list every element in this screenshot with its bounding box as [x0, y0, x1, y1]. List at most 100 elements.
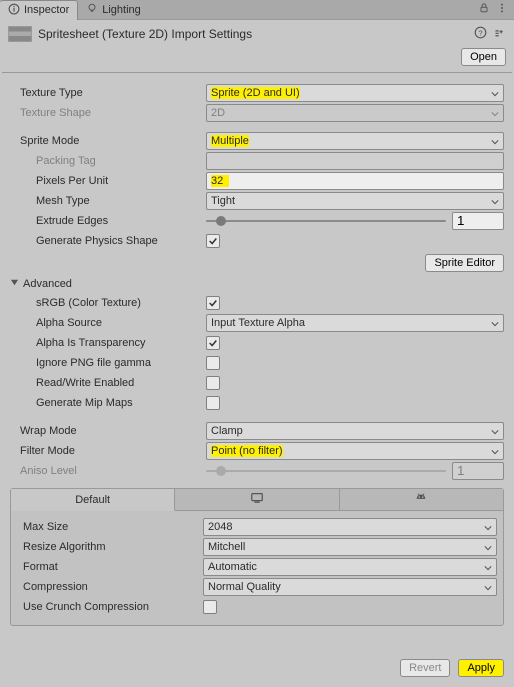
chevron-down-icon: [491, 448, 499, 456]
max-size-label: Max Size: [17, 521, 203, 533]
compression-value: Normal Quality: [208, 581, 281, 593]
aniso-level-value: [452, 462, 504, 480]
resize-algorithm-dropdown[interactable]: Mitchell: [203, 538, 497, 556]
advanced-label: Advanced: [23, 278, 72, 290]
menu-icon[interactable]: [496, 2, 508, 17]
platform-tab-default[interactable]: Default: [11, 489, 175, 511]
crunch-label: Use Crunch Compression: [17, 601, 203, 613]
platform-tab-android[interactable]: [340, 489, 503, 511]
generate-physics-label: Generate Physics Shape: [10, 235, 206, 247]
max-size-dropdown[interactable]: 2048: [203, 518, 497, 536]
filter-mode-dropdown[interactable]: Point (no filter): [206, 442, 504, 460]
texture-shape-value: 2D: [211, 107, 225, 119]
texture-type-dropdown[interactable]: Sprite (2D and UI): [206, 84, 504, 102]
android-icon: [414, 491, 428, 508]
tab-lighting[interactable]: Lighting: [78, 0, 149, 20]
preset-icon[interactable]: [493, 26, 506, 42]
srgb-checkbox[interactable]: [206, 296, 220, 310]
monitor-icon: [250, 491, 264, 508]
help-icon[interactable]: ?: [474, 26, 487, 42]
alpha-source-label: Alpha Source: [10, 317, 206, 329]
asset-header: Spritesheet (Texture 2D) Import Settings…: [0, 20, 514, 48]
sprite-mode-dropdown[interactable]: Multiple: [206, 132, 504, 150]
tab-inspector-label: Inspector: [24, 4, 69, 16]
max-size-value: 2048: [208, 521, 232, 533]
pixels-per-unit-value: 32: [211, 175, 229, 187]
window-tabs: Inspector Lighting: [0, 0, 514, 20]
triangle-down-icon: [10, 278, 19, 290]
svg-text:?: ?: [478, 28, 482, 37]
tab-inspector[interactable]: Inspector: [0, 0, 78, 20]
asset-thumbnail: [8, 26, 32, 42]
compression-label: Compression: [17, 581, 203, 593]
platform-settings: Default Max Size 2048 Resize Algorithm M…: [10, 488, 504, 626]
chevron-down-icon: [484, 524, 492, 532]
wrap-mode-label: Wrap Mode: [10, 425, 206, 437]
texture-shape-dropdown: 2D: [206, 104, 504, 122]
platform-tab-standalone[interactable]: [175, 489, 339, 511]
mesh-type-value: Tight: [211, 195, 235, 207]
format-label: Format: [17, 561, 203, 573]
chevron-down-icon: [491, 320, 499, 328]
chevron-down-icon: [484, 584, 492, 592]
lock-icon[interactable]: [478, 2, 490, 17]
alpha-source-dropdown[interactable]: Input Texture Alpha: [206, 314, 504, 332]
mip-maps-label: Generate Mip Maps: [10, 397, 206, 409]
filter-mode-label: Filter Mode: [10, 445, 206, 457]
resize-algorithm-label: Resize Algorithm: [17, 541, 203, 553]
inspector-body: Texture Type Sprite (2D and UI) Texture …: [0, 73, 514, 653]
packing-tag-field: [206, 152, 504, 170]
texture-type-value: Sprite (2D and UI): [211, 87, 300, 99]
texture-type-label: Texture Type: [10, 87, 206, 99]
pixels-per-unit-field[interactable]: 32: [206, 172, 504, 190]
ignore-png-gamma-checkbox[interactable]: [206, 356, 220, 370]
info-icon: [8, 3, 20, 18]
extrude-edges-label: Extrude Edges: [10, 215, 206, 227]
extrude-edges-value[interactable]: [452, 212, 504, 230]
wrap-mode-dropdown[interactable]: Clamp: [206, 422, 504, 440]
read-write-checkbox[interactable]: [206, 376, 220, 390]
alpha-source-value: Input Texture Alpha: [211, 317, 305, 329]
footer: Revert Apply: [0, 653, 514, 687]
chevron-down-icon: [491, 198, 499, 206]
chevron-down-icon: [491, 110, 499, 118]
srgb-label: sRGB (Color Texture): [10, 297, 206, 309]
alpha-is-transparency-checkbox[interactable]: [206, 336, 220, 350]
mip-maps-checkbox[interactable]: [206, 396, 220, 410]
mesh-type-dropdown[interactable]: Tight: [206, 192, 504, 210]
aniso-level-slider: [206, 462, 504, 480]
alpha-is-transparency-label: Alpha Is Transparency: [10, 337, 206, 349]
read-write-label: Read/Write Enabled: [10, 377, 206, 389]
revert-button[interactable]: Revert: [400, 659, 450, 677]
chevron-down-icon: [491, 90, 499, 98]
open-button[interactable]: Open: [461, 48, 506, 66]
tab-lighting-label: Lighting: [102, 4, 141, 16]
chevron-down-icon: [491, 138, 499, 146]
sprite-mode-value: Multiple: [211, 135, 249, 147]
chevron-down-icon: [491, 428, 499, 436]
packing-tag-label: Packing Tag: [10, 155, 206, 167]
ignore-png-gamma-label: Ignore PNG file gamma: [10, 357, 206, 369]
compression-dropdown[interactable]: Normal Quality: [203, 578, 497, 596]
generate-physics-checkbox[interactable]: [206, 234, 220, 248]
mesh-type-label: Mesh Type: [10, 195, 206, 207]
sprite-editor-button[interactable]: Sprite Editor: [425, 254, 504, 272]
extrude-edges-slider[interactable]: [206, 212, 504, 230]
asset-title: Spritesheet (Texture 2D) Import Settings: [38, 27, 252, 41]
lightbulb-icon: [86, 2, 98, 17]
chevron-down-icon: [484, 564, 492, 572]
apply-button[interactable]: Apply: [458, 659, 504, 677]
format-dropdown[interactable]: Automatic: [203, 558, 497, 576]
sprite-mode-label: Sprite Mode: [10, 135, 206, 147]
format-value: Automatic: [208, 561, 257, 573]
aniso-level-label: Aniso Level: [10, 465, 206, 477]
filter-mode-value: Point (no filter): [211, 445, 283, 457]
pixels-per-unit-label: Pixels Per Unit: [10, 175, 206, 187]
advanced-foldout[interactable]: Advanced: [10, 278, 504, 290]
platform-tab-default-label: Default: [75, 494, 110, 506]
texture-shape-label: Texture Shape: [10, 107, 206, 119]
resize-algorithm-value: Mitchell: [208, 541, 245, 553]
crunch-checkbox[interactable]: [203, 600, 217, 614]
chevron-down-icon: [484, 544, 492, 552]
wrap-mode-value: Clamp: [211, 425, 243, 437]
